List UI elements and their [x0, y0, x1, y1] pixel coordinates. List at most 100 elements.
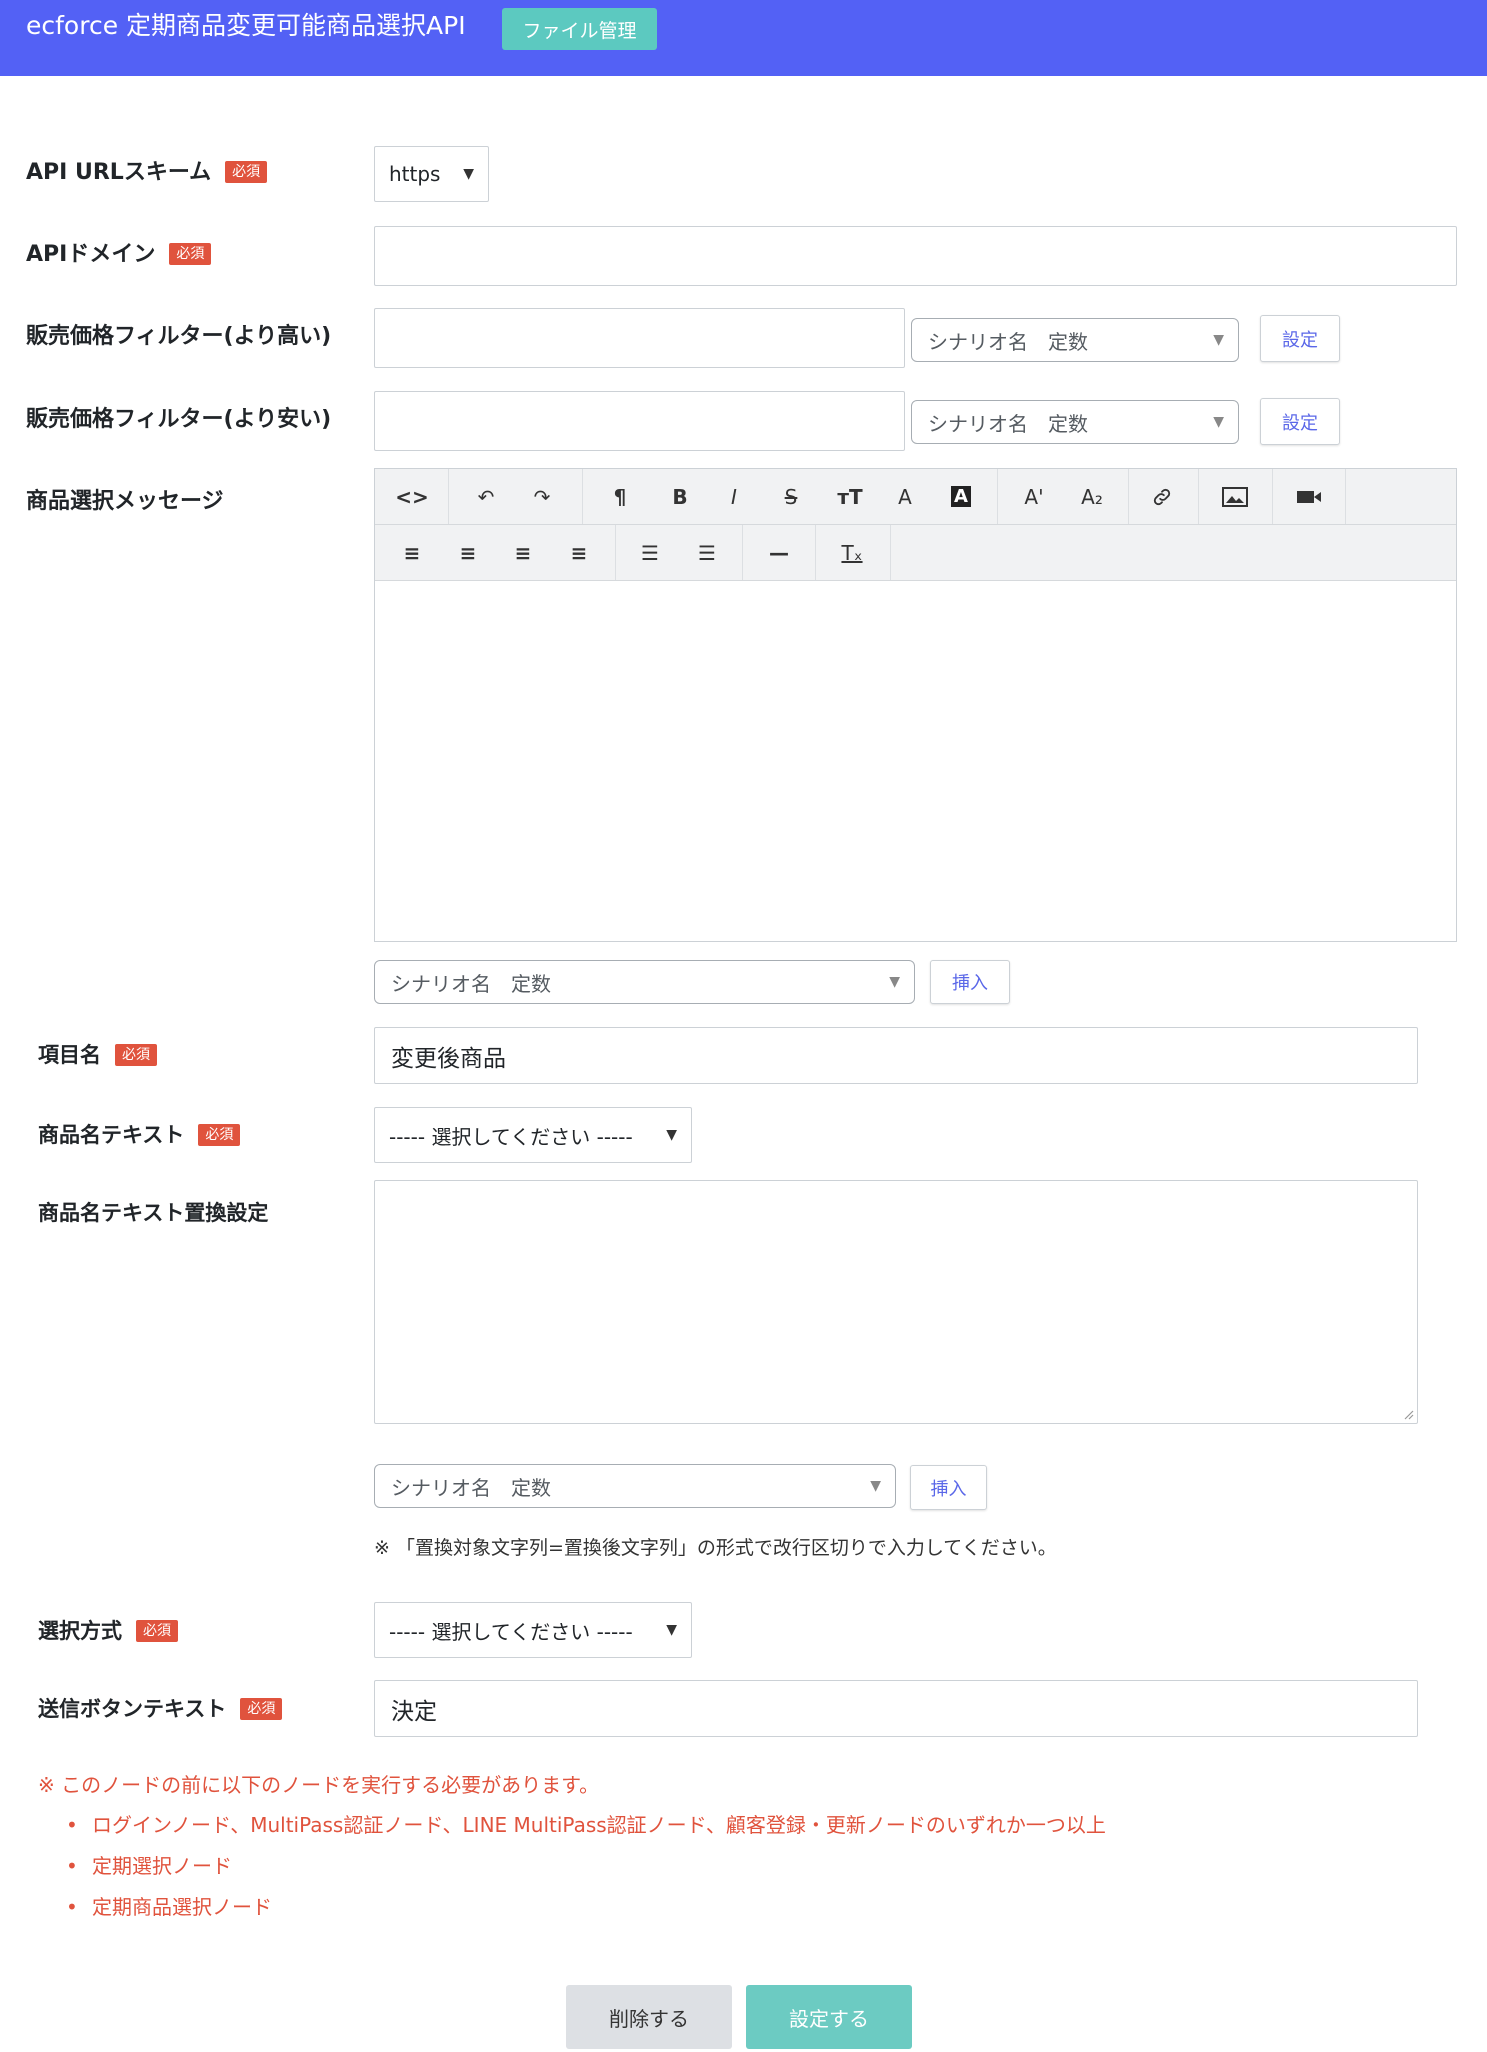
toolbar-divider — [1198, 469, 1199, 524]
required-badge: 必須 — [115, 1044, 157, 1066]
label-text: APIドメイン — [26, 242, 156, 267]
selected-value: ----- 選択してください ----- — [389, 1124, 633, 1149]
app-header: ecforce 定期商品変更可能商品選択API ファイル管理 — [0, 0, 1487, 76]
page-title: ecforce 定期商品変更可能商品選択API — [26, 11, 466, 40]
selected-value: シナリオ名 定数 — [391, 1475, 551, 1500]
prerequisite-warning: ※ このノードの前に以下のノードを実行する必要があります。 ログインノード、Mu… — [38, 1770, 1106, 1933]
strikethrough-icon[interactable]: S — [766, 469, 816, 524]
api-domain-input[interactable] — [374, 226, 1457, 286]
product-name-replace-textarea[interactable] — [374, 1180, 1418, 1424]
item-name-input[interactable]: 変更後商品 — [374, 1027, 1418, 1084]
video-svg — [1297, 490, 1321, 503]
message-insert-button[interactable]: 挿入 — [930, 960, 1010, 1004]
api-domain-label: APIドメイン 必須 — [26, 240, 212, 270]
price-low-scenario-select[interactable]: シナリオ名 定数 ▼ — [911, 400, 1239, 444]
toolbar-divider — [997, 469, 998, 524]
selected-value: シナリオ名 定数 — [391, 971, 551, 996]
rich-text-editor: <> ↶ ↷ ¶ B I S тT A A A' A₂ ≡ ≡ ≡ ≡ ☰ ☰ … — [374, 468, 1457, 942]
list-item-text: 定期選択ノード — [92, 1854, 232, 1878]
replace-insert-button[interactable]: 挿入 — [910, 1465, 987, 1510]
required-badge: 必須 — [240, 1698, 283, 1720]
code-view-icon[interactable]: <> — [387, 469, 437, 524]
price-filter-high-label: 販売価格フィルター(より高い) — [26, 324, 332, 349]
undo-icon[interactable]: ↶ — [461, 469, 511, 524]
editor-content-area[interactable] — [375, 583, 1456, 941]
required-badge: 必須 — [225, 161, 268, 183]
font-size-icon[interactable]: тT — [825, 469, 875, 524]
subscript-icon[interactable]: A₂ — [1067, 469, 1117, 524]
toolbar-divider — [448, 469, 449, 524]
product-name-replace-label: 商品名テキスト置換設定 — [38, 1201, 269, 1225]
bold-icon[interactable]: B — [655, 469, 705, 524]
api-url-scheme-label: API URLスキーム 必須 — [26, 158, 268, 188]
resize-grip-icon[interactable] — [1402, 1408, 1414, 1420]
bullet-list-icon[interactable]: ☰ — [625, 525, 675, 580]
price-filter-low-label: 販売価格フィルター(より安い) — [26, 407, 332, 432]
selected-value: シナリオ名 定数 — [928, 411, 1088, 436]
selection-method-select[interactable]: ----- 選択してください ----- ▼ — [374, 1602, 692, 1658]
required-badge: 必須 — [198, 1124, 241, 1146]
redo-icon[interactable]: ↷ — [517, 469, 567, 524]
list-item: 定期選択ノード — [38, 1851, 1106, 1881]
caret-down-icon: ▼ — [870, 1478, 881, 1494]
replace-format-note: ※ 「置換対象文字列=置換後文字列」の形式で改行区切りで入力してください。 — [374, 1537, 1057, 1559]
product-message-label: 商品選択メッセージ — [26, 489, 224, 514]
caret-down-icon: ▼ — [463, 166, 474, 182]
price-filter-high-input[interactable] — [374, 308, 905, 368]
price-high-set-button[interactable]: 設定 — [1260, 315, 1340, 362]
product-name-text-select[interactable]: ----- 選択してください ----- ▼ — [374, 1107, 692, 1163]
align-right-icon[interactable]: ≡ — [498, 525, 548, 580]
image-icon[interactable] — [1207, 469, 1263, 524]
submit-button[interactable]: 設定する — [746, 1985, 912, 2049]
caret-down-icon: ▼ — [666, 1127, 677, 1143]
required-badge: 必須 — [169, 243, 212, 265]
item-name-label: 項目名 必須 — [38, 1040, 157, 1070]
clear-format-icon[interactable]: Tₓ — [827, 525, 877, 580]
message-scenario-select[interactable]: シナリオ名 定数 ▼ — [374, 960, 915, 1004]
italic-icon[interactable]: I — [709, 469, 759, 524]
api-url-scheme-select[interactable]: https ▼ — [374, 146, 489, 202]
selected-value: ----- 選択してください ----- — [389, 1619, 633, 1644]
align-center-icon[interactable]: ≡ — [443, 525, 493, 580]
label-text: 送信ボタンテキスト — [38, 1697, 227, 1721]
horizontal-rule-icon[interactable]: — — [754, 525, 804, 580]
selected-value: https — [389, 162, 441, 186]
caret-down-icon: ▼ — [889, 974, 900, 990]
align-left-icon[interactable]: ≡ — [387, 525, 437, 580]
warning-title: ※ このノードの前に以下のノードを実行する必要があります。 — [38, 1773, 600, 1797]
price-low-set-button[interactable]: 設定 — [1260, 398, 1340, 445]
link-svg — [1153, 488, 1171, 505]
toolbar-divider — [1128, 469, 1129, 524]
toolbar-divider — [815, 525, 816, 580]
toolbar-divider — [890, 525, 891, 580]
link-icon[interactable] — [1137, 469, 1187, 524]
caret-down-icon: ▼ — [666, 1622, 677, 1638]
font-color-icon[interactable]: A — [880, 469, 930, 524]
prerequisite-list: ログインノード、MultiPass認証ノード、LINE MultiPass認証ノ… — [38, 1810, 1106, 1922]
superscript-icon[interactable]: A' — [1009, 469, 1059, 524]
price-high-scenario-select[interactable]: シナリオ名 定数 ▼ — [911, 318, 1239, 362]
editor-toolbar-row-1: <> ↶ ↷ ¶ B I S тT A A A' A₂ — [375, 469, 1456, 525]
toolbar-divider — [742, 525, 743, 580]
price-filter-low-input[interactable] — [374, 391, 905, 451]
background-color-glyph: A — [951, 486, 971, 507]
align-justify-icon[interactable]: ≡ — [554, 525, 604, 580]
numbered-list-icon[interactable]: ☰ — [682, 525, 732, 580]
caret-down-icon: ▼ — [1213, 414, 1224, 430]
paragraph-icon[interactable]: ¶ — [595, 469, 645, 524]
list-item: 定期商品選択ノード — [38, 1892, 1106, 1922]
delete-button[interactable]: 削除する — [566, 1985, 732, 2049]
required-badge: 必須 — [136, 1620, 178, 1642]
replace-scenario-select[interactable]: シナリオ名 定数 ▼ — [374, 1464, 896, 1508]
label-text: 項目名 — [38, 1043, 101, 1067]
submit-text-label: 送信ボタンテキスト 必須 — [38, 1694, 283, 1724]
image-svg — [1222, 486, 1248, 507]
selection-method-label: 選択方式 必須 — [38, 1616, 178, 1646]
submit-text-input[interactable]: 決定 — [374, 1680, 1418, 1737]
video-icon[interactable] — [1281, 469, 1337, 524]
toolbar-divider — [1345, 469, 1346, 524]
file-management-button[interactable]: ファイル管理 — [502, 8, 657, 50]
caret-down-icon: ▼ — [1213, 332, 1224, 348]
background-color-icon[interactable]: A — [936, 469, 986, 524]
toolbar-divider — [615, 525, 616, 580]
